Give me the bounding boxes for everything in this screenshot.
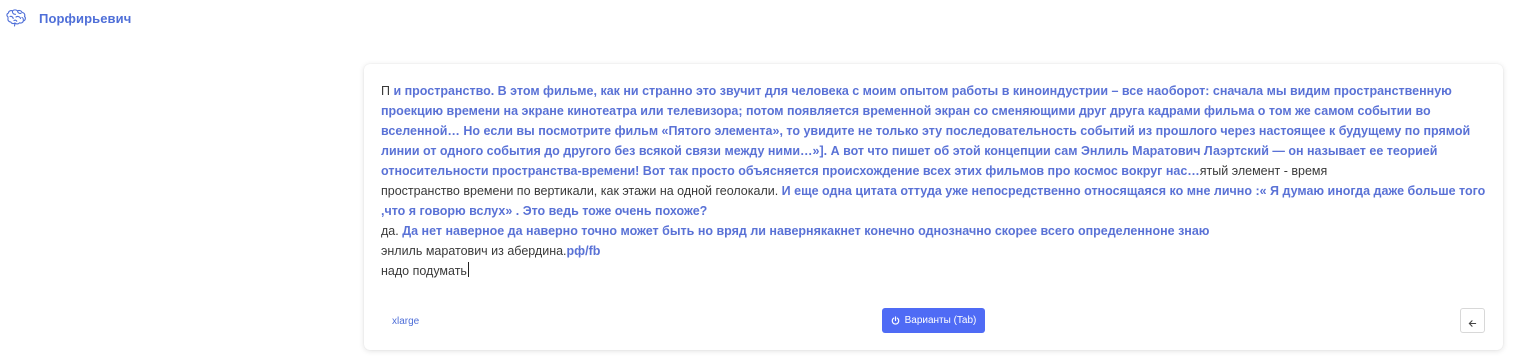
user-text: ятый элемент - время [1199, 164, 1328, 178]
editor-paragraph: П и пространство. В этом фильме, как ни … [381, 81, 1486, 181]
length-option[interactable]: xlarge [392, 316, 419, 327]
editor-paragraph: энлиль маратович из абердина.рф/fb [381, 241, 1486, 261]
user-text: да. [381, 224, 403, 238]
user-text: П [381, 84, 394, 98]
editor-card: П и пространство. В этом фильме, как ни … [364, 64, 1503, 350]
editor-paragraph: надо подумать [381, 261, 1486, 281]
editor-paragraph: да. Да нет наверное да наверно точно мож… [381, 221, 1486, 241]
back-button[interactable] [1460, 308, 1485, 333]
header: Порфирьевич [4, 6, 131, 30]
generated-text: Да нет наверное да наверно точно может б… [402, 224, 1210, 238]
user-text: надо подумать [381, 264, 467, 278]
power-icon [891, 316, 900, 325]
arrow-left-icon [1468, 316, 1477, 327]
variants-button-label: Варианты (Tab) [904, 315, 977, 326]
user-text: пространство времени по вертикали, как э… [381, 184, 782, 198]
text-caret [467, 262, 469, 277]
brain-icon[interactable] [4, 8, 28, 28]
user-text: энлиль маратович из абердина. [381, 244, 567, 258]
app-title[interactable]: Порфирьевич [39, 11, 131, 26]
editor-text-area[interactable]: П и пространство. В этом фильме, как ни … [381, 81, 1486, 281]
variants-button[interactable]: Варианты (Tab) [882, 308, 985, 333]
editor-paragraph: пространство времени по вертикали, как э… [381, 181, 1486, 221]
generated-text: рф/fb [566, 244, 601, 258]
